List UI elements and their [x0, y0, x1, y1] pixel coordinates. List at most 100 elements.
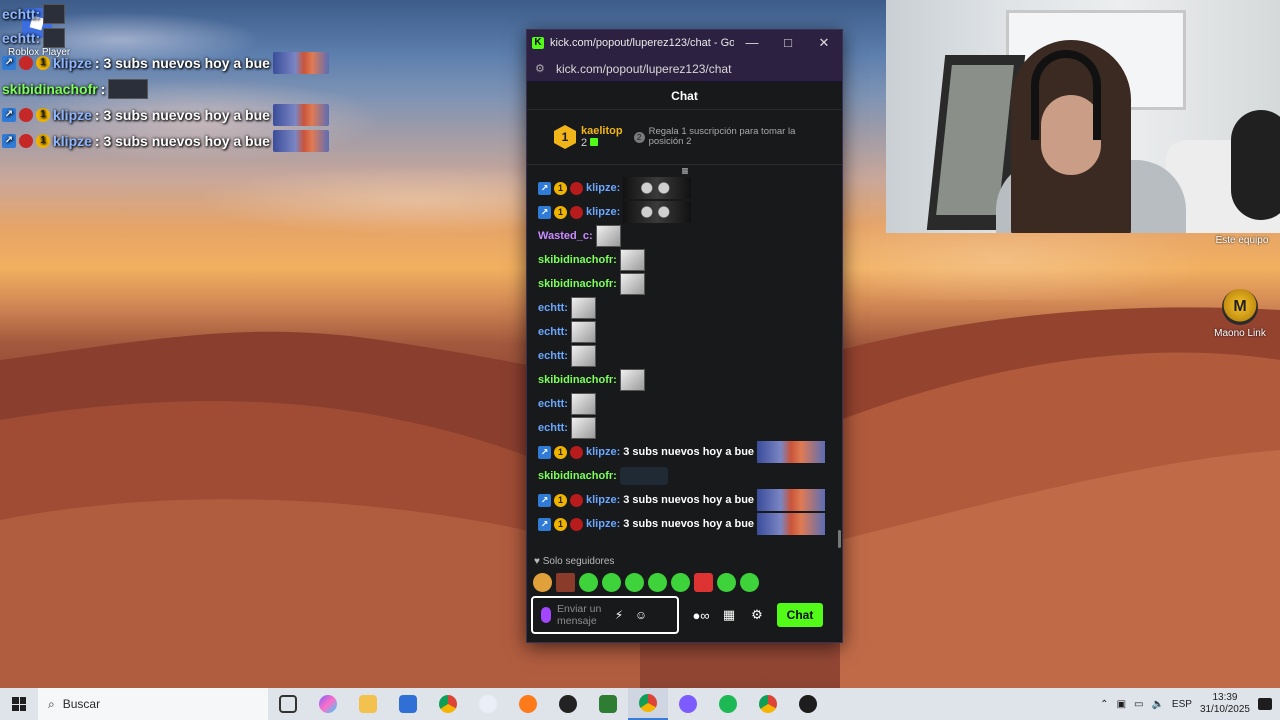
chat-username[interactable]: klipze:	[586, 182, 620, 194]
chat-emote	[570, 393, 596, 415]
moderator-badge-icon: ↗	[538, 493, 551, 507]
address-bar[interactable]: ⚙ kick.com/popout/luperez123/chat	[527, 56, 842, 82]
copilot-icon[interactable]	[308, 688, 348, 720]
language-indicator[interactable]: ESP	[1172, 699, 1192, 710]
maono-link-label[interactable]: Maono Link	[1208, 328, 1272, 339]
chat-emote	[595, 225, 621, 247]
chrome-active-icon[interactable]	[628, 688, 668, 720]
maximize-button[interactable]: □	[770, 30, 806, 56]
close-button[interactable]: ✕	[806, 30, 842, 56]
tray-app-icon[interactable]: ▣	[1117, 699, 1126, 710]
obs-icon[interactable]	[548, 688, 588, 720]
emote-button[interactable]	[694, 573, 713, 592]
subscriber-badge-icon: 1	[554, 445, 567, 459]
settings-gear-icon[interactable]: ⚙	[743, 607, 771, 623]
chat-username[interactable]: echtt:	[538, 422, 568, 434]
chat-message-text: 3 subs nuevos hoy a bue	[623, 494, 755, 506]
chat-username[interactable]: skibidinachofr:	[538, 470, 617, 482]
chat-username[interactable]: skibidinachofr:	[538, 374, 617, 386]
window-titlebar[interactable]: K kick.com/popout/luperez123/chat - Goog…	[527, 30, 842, 56]
followers-only-notice: ♥ Solo seguidores	[534, 556, 615, 567]
chat-username[interactable]: skibidinachofr:	[538, 278, 617, 290]
subscriber-badge-icon: 1	[554, 181, 567, 195]
start-button[interactable]	[0, 688, 38, 720]
gift-count-value: 2	[581, 137, 588, 149]
task-view-icon[interactable]	[268, 688, 308, 720]
chat-username[interactable]: klipze:	[586, 494, 620, 506]
clock[interactable]: 13:39 31/10/2025	[1200, 692, 1250, 716]
store-app-icon[interactable]	[388, 688, 428, 720]
moderator-badge-icon: ↗	[538, 445, 551, 459]
emote-button[interactable]	[602, 573, 621, 592]
message-placeholder[interactable]: Enviar un mensaje	[557, 603, 605, 627]
overlay-message: : 3 subs nuevos hoy a bue	[94, 107, 270, 123]
chat-username[interactable]: echtt:	[538, 398, 568, 410]
store-icon[interactable]: ▦	[715, 607, 743, 623]
file-explorer-icon[interactable]	[348, 688, 388, 720]
moderator-badge-icon: ↗	[538, 181, 551, 195]
top-gifter[interactable]: kaelitop 2	[581, 125, 623, 149]
overlay-username: klipze	[53, 107, 92, 123]
gif-icon[interactable]: ⚡	[611, 608, 627, 622]
emote-button[interactable]	[533, 573, 552, 592]
chat-username[interactable]: echtt:	[538, 302, 568, 314]
maono-link-icon[interactable]: M	[1222, 289, 1258, 325]
chat-username[interactable]: Wasted_c:	[538, 230, 593, 242]
emote-button[interactable]	[717, 573, 736, 592]
message-input[interactable]: Enviar un mensaje ⚡ ☺	[531, 596, 679, 634]
overlay-username: klipze	[53, 133, 92, 149]
url-text[interactable]: kick.com/popout/luperez123/chat	[556, 62, 731, 76]
moderator-badge-icon: ↗	[2, 56, 16, 70]
emote-button[interactable]	[556, 573, 575, 592]
messenger-icon[interactable]	[668, 688, 708, 720]
emote-button[interactable]	[671, 573, 690, 592]
overlay-row: ↗ 1 klipze : 3 subs nuevos hoy a bue	[2, 102, 332, 128]
site-settings-icon[interactable]: ⚙	[535, 62, 549, 75]
chevron-up-icon[interactable]: ⌃	[1100, 699, 1108, 710]
microphone-icon[interactable]	[541, 607, 551, 623]
minimize-button[interactable]: —	[734, 30, 770, 56]
og-badge-icon	[570, 205, 583, 219]
overlay-row: skibidinachofr :	[2, 76, 332, 102]
emote-button[interactable]	[740, 573, 759, 592]
emoji-icon[interactable]: ☺	[633, 608, 649, 622]
og-badge-icon	[19, 108, 33, 122]
send-chat-button[interactable]: Chat	[777, 603, 823, 627]
emote-button[interactable]	[579, 573, 598, 592]
chat-username[interactable]: echtt:	[538, 350, 568, 362]
volume-icon[interactable]: 🔈	[1151, 699, 1163, 710]
overlay-emote	[108, 79, 149, 99]
gift-hint: 2 Regala 1 suscripción para tomar la pos…	[633, 127, 809, 147]
chat-username[interactable]: klipze:	[586, 446, 620, 458]
moderator-badge-icon: ↗	[538, 205, 551, 219]
chrome-profile-icon[interactable]	[748, 688, 788, 720]
chat-username[interactable]: klipze:	[586, 206, 620, 218]
subscriber-badge-icon: 1	[36, 56, 50, 70]
overlay-message: :	[100, 81, 106, 97]
taskbar-search[interactable]: ⌕ Buscar	[38, 688, 268, 720]
sun-app-icon[interactable]	[508, 688, 548, 720]
emote-button[interactable]	[625, 573, 644, 592]
chat-emote	[757, 489, 826, 511]
windows-logo-icon	[12, 697, 26, 711]
gift-icon	[590, 138, 599, 146]
kick-points-icon[interactable]: ●∞	[687, 608, 715, 623]
roblox-taskbar-icon[interactable]	[788, 688, 828, 720]
chat-emote	[570, 345, 596, 367]
notification-icon[interactable]	[1258, 698, 1272, 710]
chrome-icon[interactable]	[428, 688, 468, 720]
minecraft-icon[interactable]	[588, 688, 628, 720]
word-icon[interactable]	[468, 688, 508, 720]
chat-username[interactable]: echtt:	[538, 326, 568, 338]
top-gifter-count: 2	[581, 137, 623, 149]
chat-username[interactable]: klipze:	[586, 518, 620, 530]
emote-button[interactable]	[648, 573, 667, 592]
network-icon[interactable]: ▭	[1134, 699, 1143, 710]
clock-time: 13:39	[1212, 692, 1238, 703]
chat-message-list: ↗ 1 klipze: ↗ 1 klipze: Wasted_c: skibidinachof…	[527, 176, 842, 560]
chat-username[interactable]: skibidinachofr:	[538, 254, 617, 266]
overlay-message: : 3 subs nuevos hoy a bue	[94, 55, 270, 71]
this-pc-label[interactable]: Este equipo	[1212, 235, 1272, 246]
spotify-icon[interactable]	[708, 688, 748, 720]
chat-scrollbar[interactable]	[838, 530, 841, 548]
